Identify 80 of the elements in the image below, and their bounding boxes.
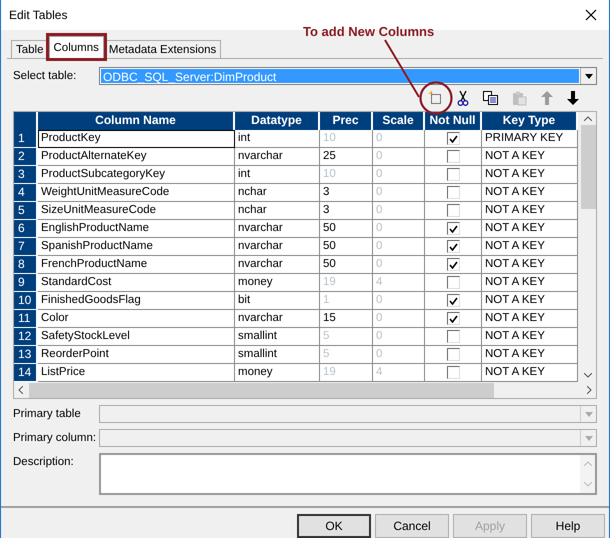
table-cell[interactable]: smallint [235,328,320,346]
table-cell[interactable]: nchar [235,202,320,220]
table-cell[interactable]: 3 [320,184,373,202]
table-cell[interactable]: int [235,166,320,184]
table-cell[interactable]: NOT A KEY [482,346,578,364]
row-number[interactable]: 3 [14,166,38,184]
table-cell[interactable]: PRIMARY KEY [482,130,578,148]
table-cell[interactable]: ListPrice [38,364,235,382]
table-cell[interactable]: nvarchar [235,310,320,328]
table-cell[interactable]: ProductAlternateKey [38,148,235,166]
table-cell[interactable]: NOT A KEY [482,256,578,274]
column-header: Datatype [235,112,320,130]
table-cell[interactable]: NOT A KEY [482,310,578,328]
table-cell[interactable]: bit [235,292,320,310]
table-cell[interactable]: 25 [320,148,373,166]
row-number[interactable]: 11 [14,310,38,328]
table-cell[interactable]: Color [38,310,235,328]
dialog-button[interactable]: OK [297,514,371,538]
row-number[interactable]: 6 [14,220,38,238]
tab[interactable]: Table [11,40,48,58]
table-cell[interactable]: NOT A KEY [482,202,578,220]
table-cell[interactable]: 50 [320,256,373,274]
row-number[interactable]: 5 [14,202,38,220]
table-cell[interactable]: StandardCost [38,274,235,292]
column-header: Not Null [425,112,482,130]
table-cell[interactable]: nvarchar [235,256,320,274]
table-cell[interactable]: NOT A KEY [482,166,578,184]
table-cell[interactable]: NOT A KEY [482,238,578,256]
table-cell[interactable]: money [235,364,320,382]
row-number[interactable]: 14 [14,364,38,382]
column-header: Prec [320,112,373,130]
row-number[interactable]: 9 [14,274,38,292]
row-number[interactable]: 1 [14,130,38,148]
table-cell[interactable]: nvarchar [235,148,320,166]
annotation-text: To add New Columns [303,24,434,39]
table-cell[interactable]: 15 [320,310,373,328]
table-cell[interactable]: NOT A KEY [482,148,578,166]
column-header: Column Name [38,112,235,130]
table-cell[interactable]: 50 [320,220,373,238]
row-number[interactable]: 12 [14,328,38,346]
row-number[interactable]: 2 [14,148,38,166]
table-cell[interactable]: NOT A KEY [482,274,578,292]
table-cell[interactable]: ProductKey [38,130,235,148]
table-cell[interactable]: NOT A KEY [482,364,578,382]
table-cell[interactable]: FinishedGoodsFlag [38,292,235,310]
dialog-button[interactable]: Help [531,514,605,538]
table-cell[interactable]: NOT A KEY [482,292,578,310]
table-cell[interactable]: NOT A KEY [482,184,578,202]
table-cell[interactable]: nvarchar [235,238,320,256]
row-number[interactable]: 8 [14,256,38,274]
table-cell[interactable]: ReorderPoint [38,346,235,364]
table-cell[interactable]: WeightUnitMeasureCode [38,184,235,202]
row-number[interactable]: 13 [14,346,38,364]
field-label: Primary column: [13,431,98,444]
tab[interactable]: Columns [48,36,104,58]
table-cell[interactable]: nvarchar [235,220,320,238]
table-cell[interactable]: nchar [235,184,320,202]
table-cell[interactable]: int [235,130,320,148]
field-label: Primary table [13,407,82,420]
column-header: Scale [373,112,425,130]
window-title: Edit Tables [9,8,68,22]
table-cell[interactable]: SpanishProductName [38,238,235,256]
table-cell[interactable]: smallint [235,346,320,364]
row-number[interactable]: 4 [14,184,38,202]
table-cell[interactable]: money [235,274,320,292]
column-header: Key Type [482,112,578,130]
table-cell[interactable]: ProductSubcategoryKey [38,166,235,184]
select-table-label: Select table: [13,70,78,82]
table-cell[interactable]: EnglishProductName [38,220,235,238]
table-cell[interactable]: 50 [320,238,373,256]
table-cell[interactable]: NOT A KEY [482,220,578,238]
row-number[interactable]: 10 [14,292,38,310]
row-number[interactable]: 7 [14,238,38,256]
dialog-button[interactable]: Cancel [375,514,449,538]
field-label: Description: [13,455,75,468]
table-cell[interactable]: 3 [320,202,373,220]
table-cell[interactable]: FrenchProductName [38,256,235,274]
table-cell[interactable]: SizeUnitMeasureCode [38,202,235,220]
table-cell[interactable]: NOT A KEY [482,328,578,346]
table-cell[interactable]: SafetyStockLevel [38,328,235,346]
